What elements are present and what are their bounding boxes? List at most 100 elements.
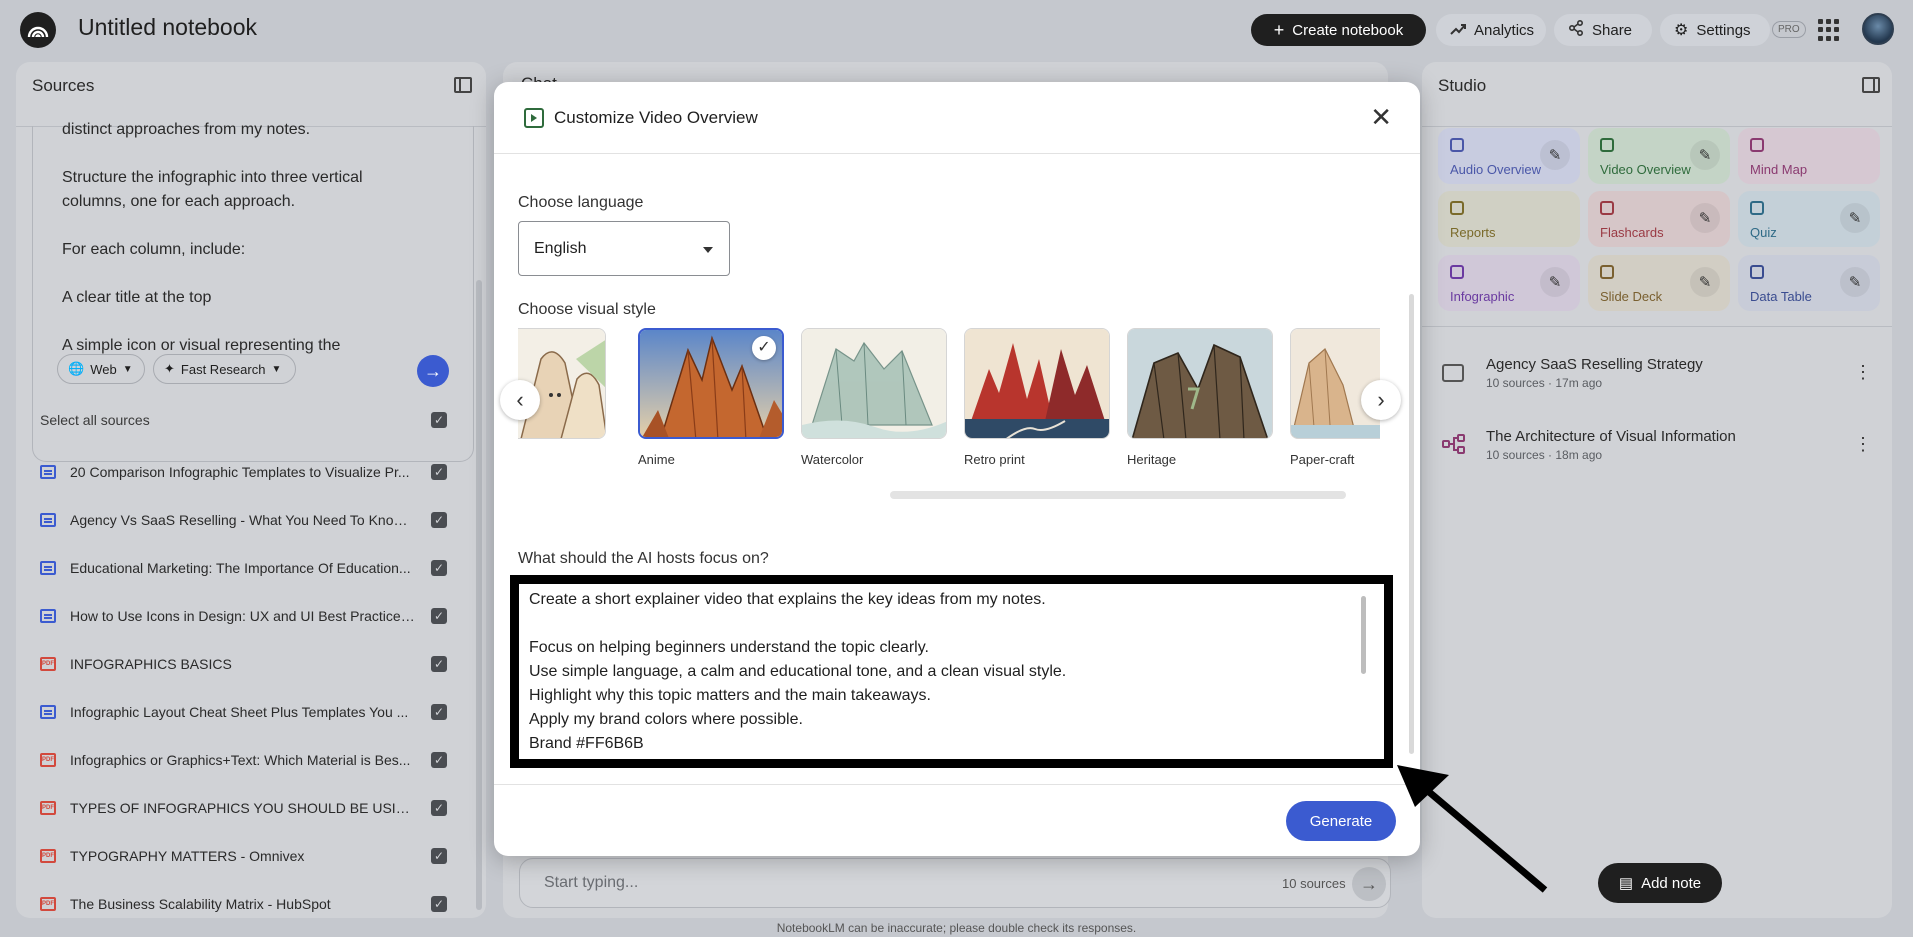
create-notebook-button[interactable]: + Create notebook (1251, 14, 1426, 46)
chevron-left-icon: ‹ (516, 387, 524, 412)
tile-label: Mind Map (1750, 162, 1808, 177)
more-vert-icon[interactable]: ⋮ (1854, 362, 1872, 383)
source-item[interactable]: PDF TYPOGRAPHY MATTERS - Omnivex ✓ (40, 844, 450, 868)
pencil-icon[interactable]: ✎ (1540, 267, 1570, 297)
style-card-retro-print[interactable]: Retro print (964, 328, 1110, 467)
create-notebook-label: Create notebook (1292, 21, 1404, 39)
source-label: How to Use Icons in Design: UX and UI Be… (70, 608, 415, 624)
style-card-anime[interactable]: ✓ Anime (638, 328, 784, 467)
share-button[interactable]: Share (1554, 14, 1652, 46)
style-name: Paper-craft (1290, 452, 1355, 467)
source-checkbox[interactable]: ✓ (431, 464, 447, 480)
sources-scrollbar[interactable] (476, 280, 482, 910)
add-note-button[interactable]: ▤ Add note (1598, 863, 1722, 903)
annotation-arrow (1385, 755, 1565, 910)
quiz-tile[interactable]: Quiz ✎ (1738, 191, 1880, 247)
pdf-file-icon: PDF (40, 849, 56, 863)
chat-input[interactable]: Start typing... 10 sources → (519, 858, 1391, 908)
language-select[interactable]: English (518, 221, 730, 276)
pencil-icon[interactable]: ✎ (1540, 140, 1570, 170)
source-checkbox[interactable]: ✓ (431, 512, 447, 528)
note-title: The Architecture of Visual Information (1486, 428, 1736, 445)
source-item[interactable]: PDF Infographics or Graphics+Text: Which … (40, 748, 450, 772)
query-paragraph: Structure the infographic into three ver… (62, 169, 363, 210)
analytics-button[interactable]: Analytics (1436, 14, 1546, 46)
reports-tile[interactable]: Reports (1438, 191, 1580, 247)
chevron-right-icon: › (1377, 387, 1385, 412)
studio-note-item[interactable]: The Architecture of Visual Information 1… (1442, 428, 1872, 468)
infographic-tile[interactable]: Infographic ✎ (1438, 255, 1580, 311)
source-checkbox[interactable]: ✓ (431, 848, 447, 864)
apps-grid-icon[interactable] (1818, 19, 1840, 41)
web-source-chip[interactable]: 🌐 Web ▼ (57, 354, 145, 384)
studio-note-item[interactable]: Agency SaaS Reselling Strategy 10 source… (1442, 356, 1872, 396)
carousel-scrollbar[interactable] (890, 491, 1346, 499)
generate-button[interactable]: Generate (1286, 801, 1396, 841)
note-title: Agency SaaS Reselling Strategy (1486, 356, 1703, 373)
fast-research-chip[interactable]: ✦ Fast Research ▼ (153, 354, 296, 384)
flashcards-tile[interactable]: Flashcards ✎ (1588, 191, 1730, 247)
discover-query-text[interactable]: distinct approaches from my notes. Struc… (62, 118, 402, 382)
quiz-icon (1750, 201, 1764, 215)
focus-prompt-textarea[interactable]: Create a short explainer video that expl… (510, 575, 1393, 768)
source-checkbox[interactable]: ✓ (431, 560, 447, 576)
data-table-tile[interactable]: Data Table ✎ (1738, 255, 1880, 311)
slide-deck-tile[interactable]: Slide Deck ✎ (1588, 255, 1730, 311)
pro-badge: PRO (1772, 21, 1806, 38)
pencil-icon[interactable]: ✎ (1690, 267, 1720, 297)
avatar[interactable] (1862, 13, 1894, 45)
source-item[interactable]: Infographic Layout Cheat Sheet Plus Temp… (40, 700, 450, 724)
source-checkbox[interactable]: ✓ (431, 656, 447, 672)
notebooklm-logo-icon[interactable] (20, 12, 56, 48)
select-all-checkbox[interactable]: ✓ (431, 412, 447, 428)
top-bar: Untitled notebook + Create notebook Anal… (0, 0, 1913, 60)
source-item[interactable]: Educational Marketing: The Importance Of… (40, 556, 450, 580)
style-card-watercolor[interactable]: Watercolor (801, 328, 947, 467)
research-chip-label: Fast Research (180, 361, 266, 377)
source-checkbox[interactable]: ✓ (431, 704, 447, 720)
video-overview-tile[interactable]: Video Overview ✎ (1588, 128, 1730, 184)
dropdown-arrow-icon (703, 247, 713, 253)
carousel-next-button[interactable]: › (1361, 380, 1401, 420)
analytics-label: Analytics (1474, 21, 1535, 39)
video-icon (1600, 138, 1614, 152)
collapse-panel-icon[interactable] (1862, 77, 1880, 93)
audio-overview-tile[interactable]: Audio Overview ✎ (1438, 128, 1580, 184)
pencil-icon[interactable]: ✎ (1840, 203, 1870, 233)
source-label: Agency Vs SaaS Reselling - What You Need… (70, 512, 415, 528)
chat-input-placeholder: Start typing... (544, 874, 639, 891)
source-item[interactable]: PDF The Business Scalability Matrix - Hub… (40, 892, 450, 916)
studio-divider (1422, 326, 1892, 327)
source-item[interactable]: 20 Comparison Infographic Templates to V… (40, 460, 450, 484)
chat-send-button[interactable]: → (1352, 867, 1386, 901)
settings-button[interactable]: ⚙ Settings (1660, 14, 1770, 46)
tile-label: Quiz (1750, 225, 1777, 240)
carousel-prev-button[interactable]: ‹ (500, 380, 540, 420)
dialog-header: Customize Video Overview ✕ (494, 82, 1420, 154)
slides-note-icon (1442, 364, 1464, 382)
source-item[interactable]: PDF TYPES OF INFOGRAPHICS YOU SHOULD BE U… (40, 796, 450, 820)
close-icon[interactable]: ✕ (1370, 102, 1392, 132)
tile-label: Video Overview (1600, 162, 1691, 177)
pencil-icon[interactable]: ✎ (1690, 140, 1720, 170)
pdf-file-icon: PDF (40, 753, 56, 767)
source-checkbox[interactable]: ✓ (431, 752, 447, 768)
check-icon: ✓ (752, 336, 776, 360)
settings-label: Settings (1696, 21, 1751, 39)
source-checkbox[interactable]: ✓ (431, 896, 447, 912)
mind-map-tile[interactable]: Mind Map (1738, 128, 1880, 184)
more-vert-icon[interactable]: ⋮ (1854, 434, 1872, 455)
notebook-title[interactable]: Untitled notebook (78, 14, 257, 41)
source-checkbox[interactable]: ✓ (431, 800, 447, 816)
dialog-scrollbar[interactable] (1409, 294, 1414, 754)
source-item[interactable]: Agency Vs SaaS Reselling - What You Need… (40, 508, 450, 532)
textarea-scrollbar[interactable] (1361, 596, 1366, 674)
pencil-icon[interactable]: ✎ (1690, 203, 1720, 233)
source-item[interactable]: How to Use Icons in Design: UX and UI Be… (40, 604, 450, 628)
style-card-heritage[interactable]: Heritage (1127, 328, 1273, 467)
submit-query-button[interactable]: → (417, 355, 449, 387)
source-item[interactable]: PDF INFOGRAPHICS BASICS ✓ (40, 652, 450, 676)
source-checkbox[interactable]: ✓ (431, 608, 447, 624)
collapse-panel-icon[interactable] (454, 77, 472, 93)
pencil-icon[interactable]: ✎ (1840, 267, 1870, 297)
